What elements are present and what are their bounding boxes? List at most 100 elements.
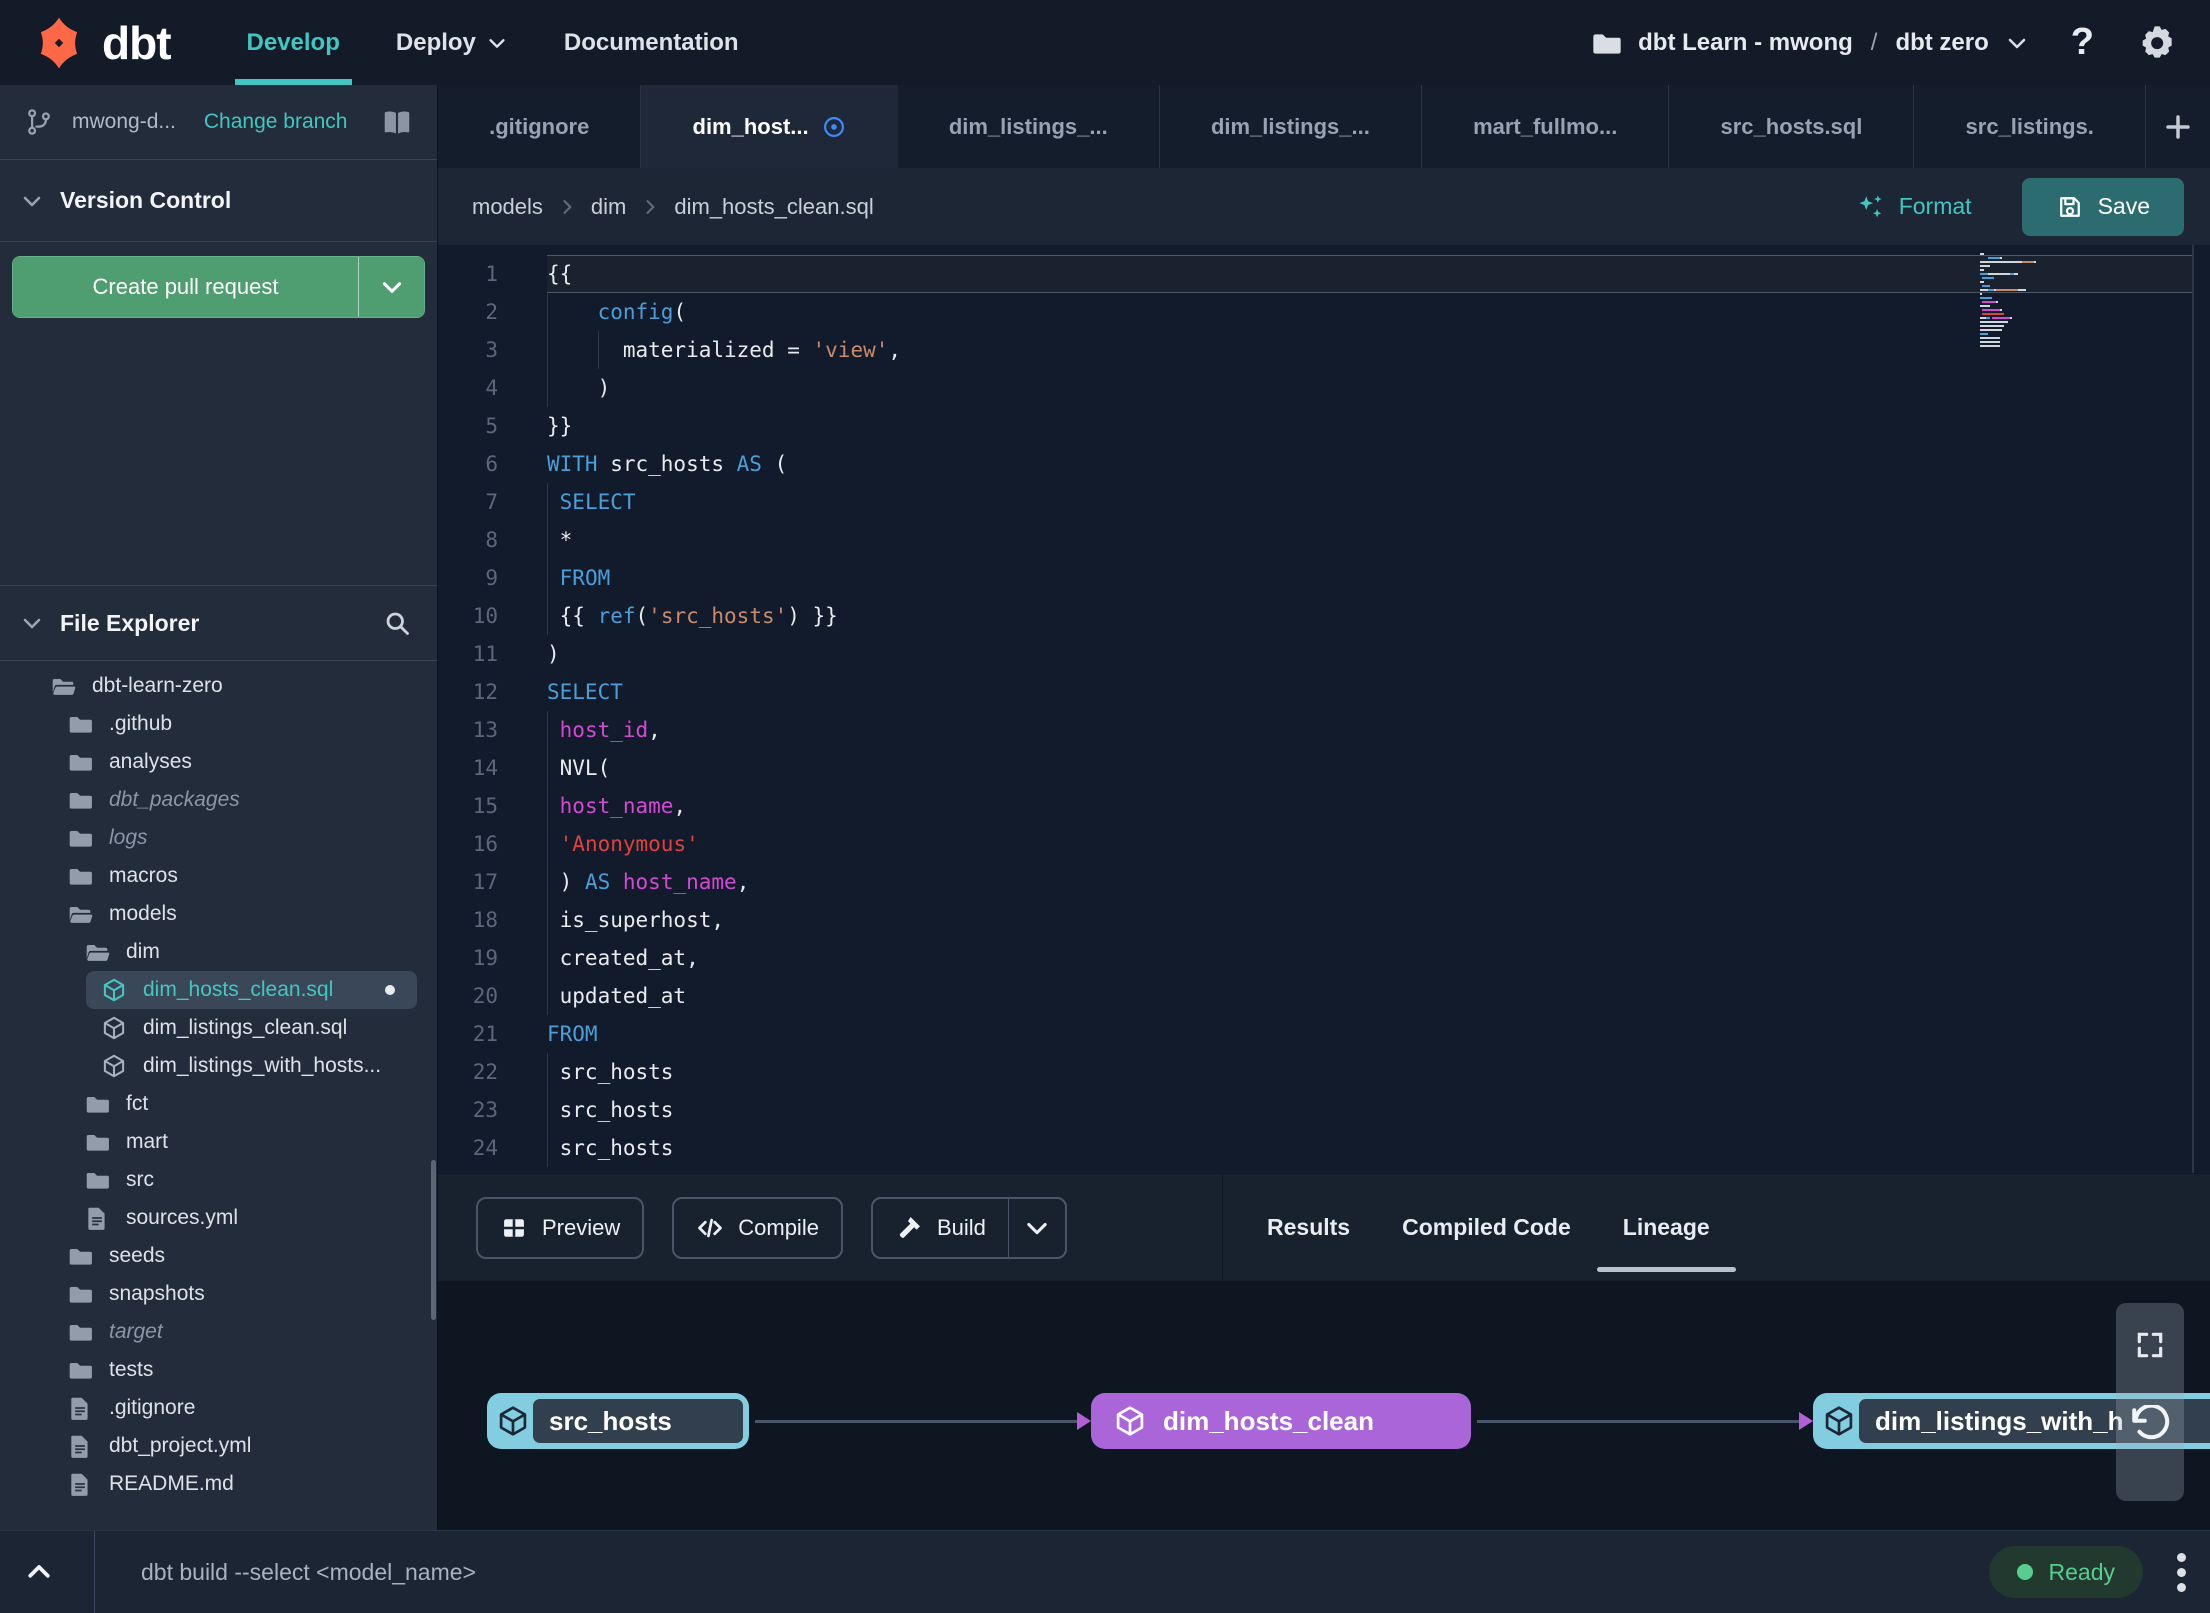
primary-nav: Develop Deploy Documentation [219,0,767,85]
code-line-22[interactable]: 22 src_hosts [438,1053,2210,1091]
refresh-icon[interactable] [2129,1405,2171,1447]
file-tree-item-dim-hosts-clean-sql[interactable]: dim_hosts_clean.sql [86,971,417,1009]
lineage-graph[interactable]: src_hosts dim_hosts_clean dim_listings_wit… [438,1281,2210,1530]
command-input[interactable]: dbt build --select <model_name> [141,1559,476,1586]
create-pull-request-caret[interactable] [358,257,424,317]
code-line-4[interactable]: 4 ) [438,369,2210,407]
plus-icon [2163,112,2193,142]
editor-scrollbar[interactable] [2192,245,2194,1173]
breadcrumb-item[interactable]: models [472,194,543,220]
code-line-11[interactable]: 11) [438,635,2210,673]
code-line-23[interactable]: 23 src_hosts [438,1091,2210,1129]
file-tree-item-models[interactable]: models [0,895,437,933]
code-line-7[interactable]: 7 SELECT [438,483,2210,521]
code-text: src_hosts [547,1129,2194,1167]
minimap[interactable] [1980,253,2060,349]
file-tree-item-logs[interactable]: logs [0,819,437,857]
settings-gear-icon[interactable] [2136,23,2176,63]
code-line-9[interactable]: 9 FROM [438,559,2210,597]
code-line-13[interactable]: 13 host_id, [438,711,2210,749]
editor-tab-dim-listings-[interactable]: dim_listings_... [1160,85,1422,168]
code-line-15[interactable]: 15 host_name, [438,787,2210,825]
file-tree-item-readme-md[interactable]: README.md [0,1465,437,1503]
file-tree-item-src[interactable]: src [0,1161,437,1199]
code-line-6[interactable]: 6 WITH src_hosts AS ( [438,445,2210,483]
compile-button[interactable]: Compile [672,1196,843,1259]
code-line-3[interactable]: 3 materialized = 'view', [438,331,2210,369]
editor-tab-mart-fullmo-[interactable]: mart_fullmo... [1422,85,1670,168]
build-button[interactable]: Build [870,1196,1067,1259]
code-line-5[interactable]: 5}} [438,407,2210,445]
file-tree-item-analyses[interactable]: analyses [0,743,437,781]
version-control-header[interactable]: Version Control [0,160,437,242]
new-tab-button[interactable] [2146,85,2210,168]
file-explorer-header[interactable]: File Explorer [0,585,437,661]
lineage-node-dim-hosts-clean[interactable]: dim_hosts_clean [1091,1393,1471,1449]
breadcrumb-item[interactable]: dim_hosts_clean.sql [674,194,873,220]
file-tree-item-target[interactable]: target [0,1313,437,1351]
create-pull-request-button[interactable]: Create pull request [13,257,358,317]
format-button[interactable]: Format [1855,192,1972,222]
file-tree-item-sources-yml[interactable]: sources.yml [0,1199,437,1237]
code-line-12[interactable]: 12 SELECT [438,673,2210,711]
code-line-16[interactable]: 16 'Anonymous' [438,825,2210,863]
code-editor[interactable]: 1{{2 config(3 materialized = 'view', 4 ) 5… [438,245,2210,1173]
dbt-logo[interactable]: dbt [0,0,172,85]
code-line-17[interactable]: 17 ) AS host_name, [438,863,2210,901]
ready-label: Ready [2048,1558,2115,1585]
file-tree-item-dim[interactable]: dim [0,933,437,971]
code-line-24[interactable]: 24 src_hosts [438,1129,2210,1167]
expand-command-bar-icon[interactable] [24,1557,54,1587]
fullscreen-icon[interactable] [2134,1329,2166,1361]
code-line-19[interactable]: 19 created_at, [438,939,2210,977]
project-picker[interactable]: dbt Learn - mwong / dbt zero [1590,27,2029,59]
breadcrumb-item[interactable]: dim [591,194,626,220]
code-line-2[interactable]: 2 config( [438,293,2210,331]
preview-button[interactable]: Preview [476,1196,645,1259]
code-line-21[interactable]: 21 FROM [438,1015,2210,1053]
file-tree-item-fct[interactable]: fct [0,1085,437,1123]
code-line-1[interactable]: 1 {{ [438,255,2210,293]
code-line-14[interactable]: 14 NVL( [438,749,2210,787]
pane-tab-lineage[interactable]: Lineage [1596,1174,1736,1281]
build-dropdown-caret[interactable] [1007,1198,1065,1257]
file-tree-item-dbt-learn-zero[interactable]: dbt-learn-zero [0,667,437,705]
pane-tab-results[interactable]: Results [1267,1174,1350,1281]
code-line-8[interactable]: 8 * [438,521,2210,559]
editor-tab-src-hosts-sql[interactable]: src_hosts.sql [1669,85,1915,168]
docs-book-icon[interactable] [381,106,413,138]
file-tree-item-snapshots[interactable]: snapshots [0,1275,437,1313]
change-branch-link[interactable]: Change branch [204,110,348,134]
file-tree-item-dim-listings-with-hosts-[interactable]: dim_listings_with_hosts... [0,1047,437,1085]
nav-item-documentation[interactable]: Documentation [536,0,767,85]
kebab-menu-icon[interactable] [2177,1552,2186,1592]
file-tree-item--gitignore[interactable]: .gitignore [0,1389,437,1427]
code-line-10[interactable]: 10 {{ ref('src_hosts') }} [438,597,2210,635]
file-tree-item--github[interactable]: .github [0,705,437,743]
editor-tab-dim-listings-[interactable]: dim_listings_... [898,85,1160,168]
help-icon[interactable]: ? [2067,21,2098,64]
code-line-18[interactable]: 18 is_superhost, [438,901,2210,939]
model-cube-icon [1822,1404,1856,1438]
file-tree-item-dim-listings-clean-sql[interactable]: dim_listings_clean.sql [0,1009,437,1047]
pane-tab-compiled-code[interactable]: Compiled Code [1402,1174,1571,1281]
nav-item-develop[interactable]: Develop [219,0,368,85]
file-tree-item-dbt-packages[interactable]: dbt_packages [0,781,437,819]
code-line-20[interactable]: 20 updated_at [438,977,2210,1015]
file-tree-item-dbt-project-yml[interactable]: dbt_project.yml [0,1427,437,1465]
search-icon[interactable] [383,609,411,637]
file-tree-item-seeds[interactable]: seeds [0,1237,437,1275]
account-label: dbt Learn - mwong [1638,28,1853,56]
file-tree-item-tests[interactable]: tests [0,1351,437,1389]
lineage-node-src-hosts[interactable]: src_hosts [487,1393,749,1449]
nav-item-deploy[interactable]: Deploy [368,0,536,85]
editor-tab-label: dim_host... [692,113,809,139]
editor-tab-src-listings-[interactable]: src_listings. [1914,85,2147,168]
line-number: 11 [472,642,498,666]
editor-tab-dim-host-[interactable]: dim_host... [641,85,898,168]
file-tree-item-mart[interactable]: mart [0,1123,437,1161]
save-button[interactable]: Save [2021,177,2184,236]
editor-tab--gitignore[interactable]: .gitignore [438,85,642,168]
file-tree-item-macros[interactable]: macros [0,857,437,895]
sidebar-scrollbar[interactable] [431,1160,436,1320]
